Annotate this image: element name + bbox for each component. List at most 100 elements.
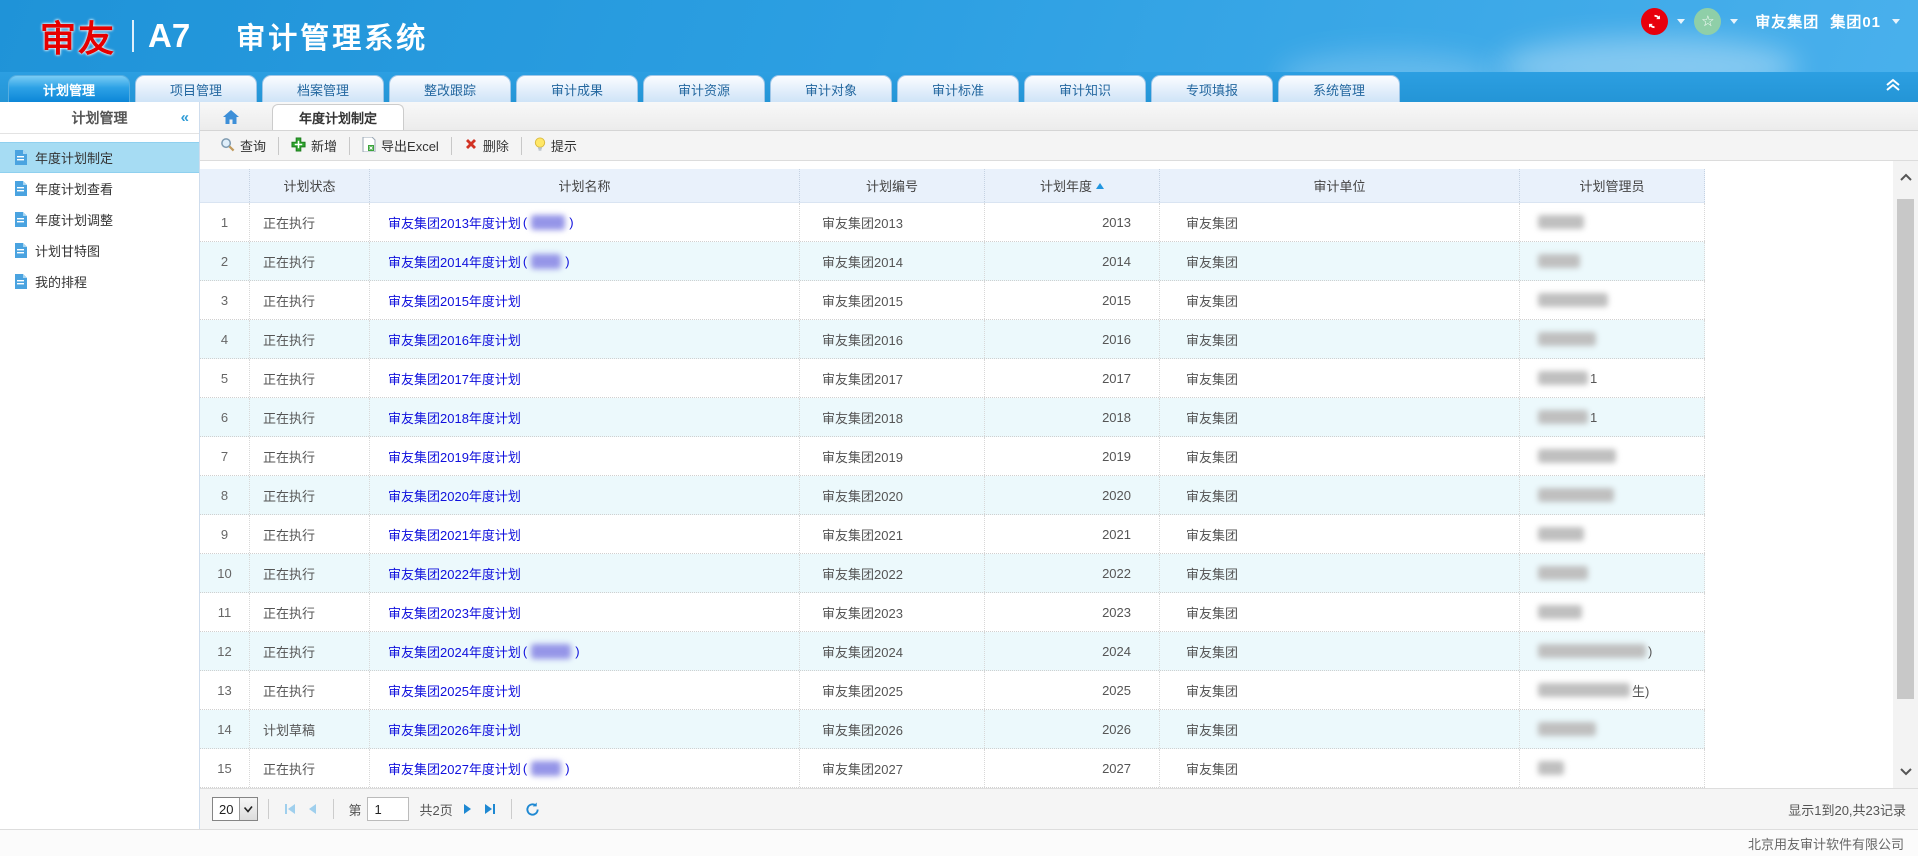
audit-unit: 审友集团 <box>1160 710 1520 748</box>
plan-name-link[interactable]: 审友集团2015年度计划 <box>388 291 521 310</box>
module-tab-11[interactable]: 系统管理 <box>1278 75 1400 102</box>
sidebar-item-3[interactable]: 年度计划调整 <box>0 204 199 235</box>
scroll-down-arrow[interactable] <box>1893 758 1918 786</box>
toolbar-separator <box>521 137 522 155</box>
toolbar-button-删除[interactable]: 删除 <box>456 133 517 158</box>
column-header-审计单位[interactable]: 审计单位 <box>1160 169 1520 202</box>
manager-suffix: 生) <box>1632 681 1649 700</box>
row-number: 13 <box>200 671 250 709</box>
module-tab-7[interactable]: 审计对象 <box>770 75 892 102</box>
scrollbar-thumb[interactable] <box>1897 199 1914 699</box>
paren-open: ( <box>523 644 527 659</box>
column-header-计划名称[interactable]: 计划名称 <box>370 169 800 202</box>
module-tab-2[interactable]: 项目管理 <box>135 75 257 102</box>
redacted-text <box>1538 254 1580 268</box>
column-header-计划管理员[interactable]: 计划管理员 <box>1520 169 1705 202</box>
last-page-button[interactable] <box>479 798 501 820</box>
sidebar-item-5[interactable]: 我的排程 <box>0 266 199 297</box>
refresh-dropdown-caret[interactable] <box>1677 19 1685 24</box>
toolbar-button-新增[interactable]: 新增 <box>283 133 345 158</box>
plan-status: 正在执行 <box>250 359 370 397</box>
favorite-dropdown-caret[interactable] <box>1730 19 1738 24</box>
plan-status: 正在执行 <box>250 320 370 358</box>
redacted-text <box>1538 410 1588 424</box>
sidebar-item-1[interactable]: 年度计划制定 <box>0 142 199 173</box>
user-org-label: 审友集团 <box>1755 11 1819 32</box>
plan-code: 审友集团2024 <box>800 632 985 670</box>
first-page-button[interactable] <box>279 798 301 820</box>
toolbar-button-导出Excel[interactable]: 导出Excel <box>354 133 447 158</box>
table-row: 1正在执行审友集团2013年度计划 ()审友集团20132013审友集团 <box>200 203 1705 242</box>
collapse-header-icon[interactable] <box>1884 76 1902 95</box>
plan-name-link[interactable]: 审友集团2024年度计划 () <box>388 642 580 661</box>
plan-year: 2013 <box>985 203 1160 241</box>
toolbar-button-查询[interactable]: 查询 <box>212 133 274 158</box>
next-page-button[interactable] <box>457 798 479 820</box>
plan-name-link[interactable]: 审友集团2013年度计划 () <box>388 213 574 232</box>
page-number-input[interactable] <box>367 797 409 821</box>
module-tab-9[interactable]: 审计知识 <box>1024 75 1146 102</box>
module-tab-3[interactable]: 档案管理 <box>262 75 384 102</box>
module-tab-1[interactable]: 计划管理 <box>8 75 130 102</box>
column-header-计划年度[interactable]: 计划年度 <box>985 169 1160 202</box>
plan-name-link[interactable]: 审友集团2016年度计划 <box>388 330 521 349</box>
scroll-up-arrow[interactable] <box>1893 163 1918 191</box>
plan-manager-cell <box>1520 515 1705 553</box>
app-title: 审计管理系统 <box>236 15 428 57</box>
pagination-bar: 20 第 共2页 <box>200 788 1918 829</box>
plan-status: 正在执行 <box>250 242 370 280</box>
plan-name-link[interactable]: 审友集团2014年度计划 () <box>388 252 570 271</box>
sidebar-item-2[interactable]: 年度计划查看 <box>0 173 199 204</box>
table-row: 14计划草稿审友集团2026年度计划审友集团20262026审友集团 <box>200 710 1705 749</box>
redacted-text <box>1538 293 1608 307</box>
module-tab-10[interactable]: 专项填报 <box>1151 75 1273 102</box>
row-number: 5 <box>200 359 250 397</box>
table-row: 11正在执行审友集团2023年度计划审友集团20232023审友集团 <box>200 593 1705 632</box>
reload-grid-icon[interactable] <box>522 798 544 820</box>
vertical-scrollbar[interactable] <box>1893 161 1918 788</box>
sidebar-collapse-icon[interactable]: « <box>181 109 189 126</box>
plan-name-link[interactable]: 审友集团2027年度计划 () <box>388 759 570 778</box>
plan-name-cell: 审友集团2016年度计划 <box>370 320 800 358</box>
plan-name-link[interactable]: 审友集团2017年度计划 <box>388 369 521 388</box>
user-dropdown-caret[interactable] <box>1892 19 1900 24</box>
refresh-icon[interactable] <box>1641 8 1668 35</box>
column-header-计划状态[interactable]: 计划状态 <box>250 169 370 202</box>
plan-name-link[interactable]: 审友集团2020年度计划 <box>388 486 521 505</box>
module-tab-4[interactable]: 整改跟踪 <box>389 75 511 102</box>
sidebar-item-4[interactable]: 计划甘特图 <box>0 235 199 266</box>
home-icon[interactable] <box>222 109 240 125</box>
plan-status: 正在执行 <box>250 749 370 787</box>
plan-name-link[interactable]: 审友集团2026年度计划 <box>388 720 521 739</box>
column-header-计划编号[interactable]: 计划编号 <box>800 169 985 202</box>
module-tab-8[interactable]: 审计标准 <box>897 75 1019 102</box>
plan-name-link[interactable]: 审友集团2021年度计划 <box>388 525 521 544</box>
row-number: 15 <box>200 749 250 787</box>
module-tab-5[interactable]: 审计成果 <box>516 75 638 102</box>
module-tab-6[interactable]: 审计资源 <box>643 75 765 102</box>
prev-page-button[interactable] <box>301 798 323 820</box>
column-header-rownum <box>200 169 250 202</box>
page-size-select[interactable]: 20 <box>212 797 258 821</box>
row-number: 10 <box>200 554 250 592</box>
plan-manager-cell <box>1520 749 1705 787</box>
plan-year: 2020 <box>985 476 1160 514</box>
plan-name-link[interactable]: 审友集团2025年度计划 <box>388 681 521 700</box>
sidebar-item-label: 年度计划查看 <box>35 179 113 198</box>
plan-name-text: 审友集团2026年度计划 <box>388 720 521 739</box>
document-icon <box>14 243 27 258</box>
page-tab[interactable]: 年度计划制定 <box>272 104 404 130</box>
plan-name-link[interactable]: 审友集团2018年度计划 <box>388 408 521 427</box>
star-icon[interactable]: ☆ <box>1694 8 1721 35</box>
plan-name-cell: 审友集团2019年度计划 <box>370 437 800 475</box>
toolbar-button-提示[interactable]: 提示 <box>526 133 585 158</box>
breadcrumb-bar: 年度计划制定 <box>200 102 1918 131</box>
plan-name-link[interactable]: 审友集团2022年度计划 <box>388 564 521 583</box>
redacted-text <box>1538 683 1630 697</box>
table-row: 9正在执行审友集团2021年度计划审友集团20212021审友集团 <box>200 515 1705 554</box>
sidebar-item-label: 我的排程 <box>35 272 87 291</box>
tip-icon <box>534 137 546 155</box>
plan-name-link[interactable]: 审友集团2023年度计划 <box>388 603 521 622</box>
page-size-caret <box>239 798 257 820</box>
plan-name-link[interactable]: 审友集团2019年度计划 <box>388 447 521 466</box>
